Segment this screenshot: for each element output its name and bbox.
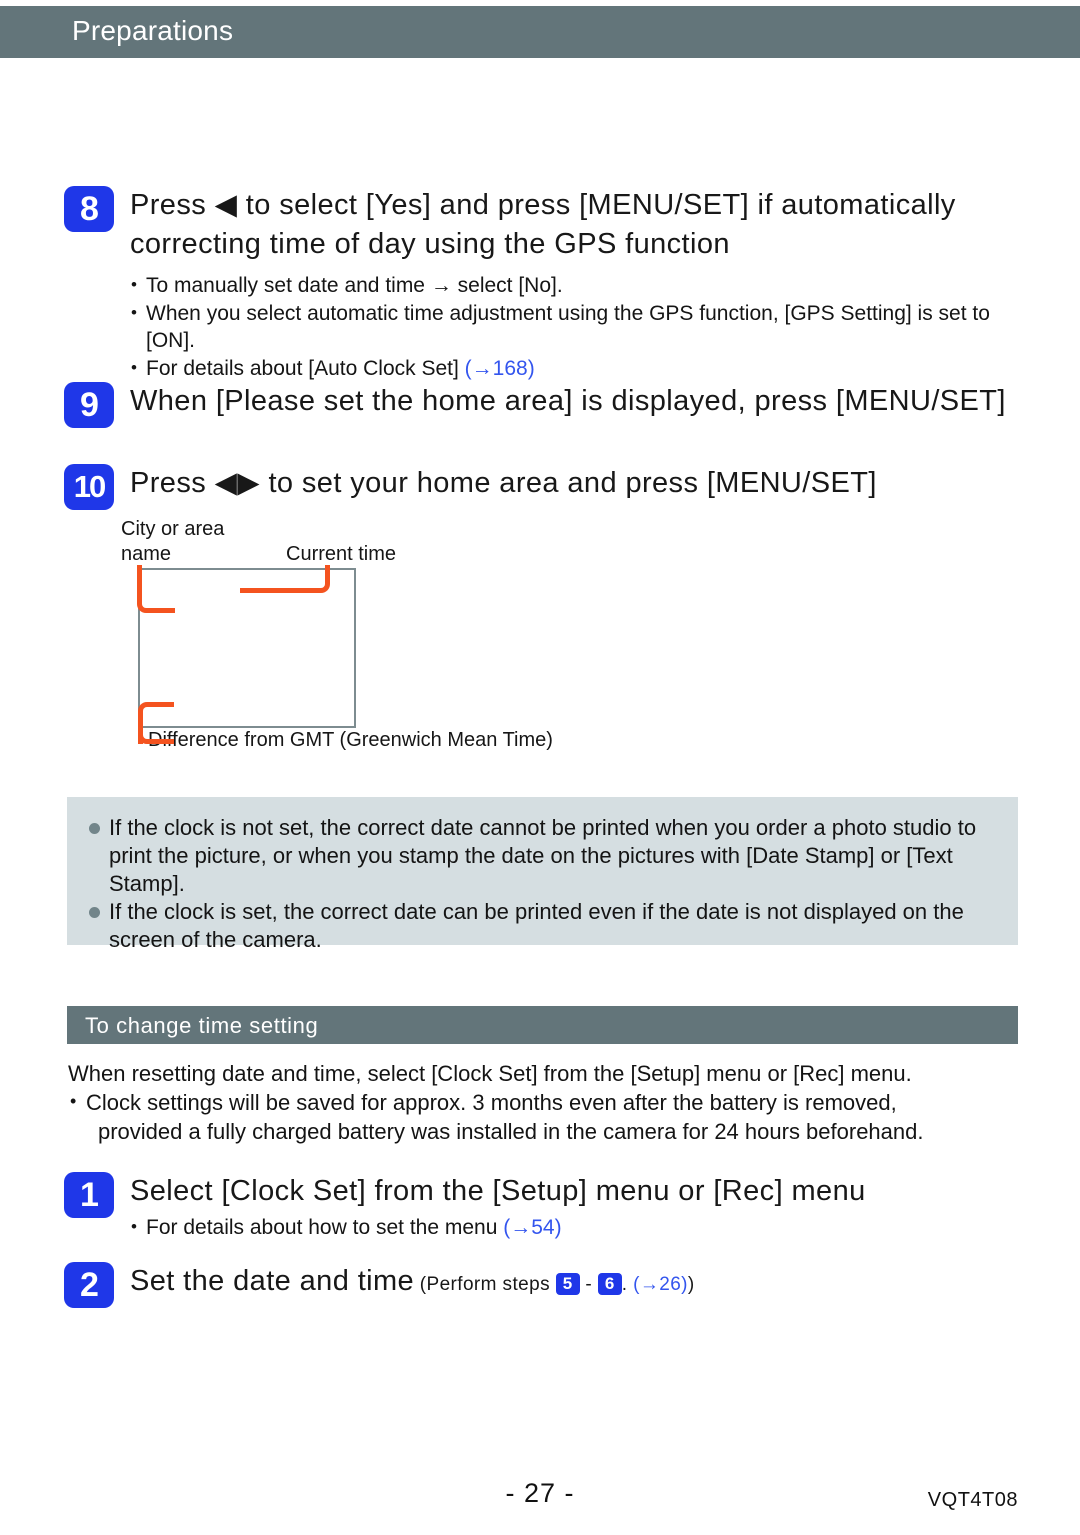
section-heading-bar: To change time setting — [67, 1006, 1018, 1044]
bullet-text: For details about [Auto Clock Set] — [146, 357, 465, 380]
list-item: If the clock is not set, the correct dat… — [89, 814, 994, 898]
step-title: Press ◀▶ to set your home area and press… — [130, 467, 877, 499]
step-title-text: Set the date and time — [130, 1265, 415, 1297]
footer-document-code: VQT4T08 — [927, 1489, 1018, 1511]
bullet-line-2: provided a fully charged battery was ins… — [98, 1119, 924, 1144]
note-close-text: ) — [687, 1274, 695, 1295]
bullet-text: When you select automatic time adjustmen… — [146, 302, 990, 352]
page-xref-link[interactable]: (→168) — [465, 357, 535, 380]
step-block-8: 8 Press ◀ to select [Yes] and press [MEN… — [64, 186, 1024, 383]
step-title: Press ◀ to select [Yes] and press [MENU/… — [130, 189, 956, 260]
list-item: To manually set date and time → select [… — [130, 271, 1024, 299]
leader-line-city-name — [137, 565, 175, 613]
list-item: If the clock is set, the correct date ca… — [89, 898, 994, 954]
change-step-block-1: 1 Select [Clock Set] from the [Setup] me… — [64, 1172, 1024, 1242]
step-block-9: 9 When [Please set the home area] is dis… — [64, 382, 1024, 428]
diagram-label-gmt-difference: Difference from GMT (Greenwich Mean Time… — [148, 729, 553, 751]
step-title: Set the date and time (Perform steps 5 -… — [130, 1262, 1024, 1304]
note-open-text: (Perform steps — [419, 1274, 556, 1295]
step-title: Select [Clock Set] from the [Setup] menu… — [130, 1175, 866, 1207]
diagram-label-city-name: City or area name — [121, 518, 225, 565]
section-heading-label: To change time setting — [85, 1013, 319, 1038]
list-item: For details about [Auto Clock Set] (→168… — [130, 354, 1024, 382]
step-bullet-list: To manually set date and time → select [… — [130, 271, 1024, 382]
step-block-10: 10 Press ◀▶ to set your home area and pr… — [64, 464, 1024, 510]
diagram-label-current-time: Current time — [286, 543, 397, 565]
change-step-block-2: 2 Set the date and time (Perform steps 5… — [64, 1262, 1024, 1308]
step-number-badge: 1 — [64, 1172, 114, 1218]
step-title: When [Please set the home area] is displ… — [130, 385, 1006, 417]
footer-page-number: - 27 - — [505, 1478, 575, 1508]
page-header-bar: Preparations — [0, 6, 1080, 58]
leader-line-gmt-bottom — [138, 717, 174, 744]
step-number-badge: 2 — [64, 1262, 114, 1308]
bullet-text: To manually set date and time → select [… — [146, 274, 563, 297]
page-xref-link[interactable]: (→54) — [503, 1216, 561, 1239]
home-area-screen-diagram: City or area name Current time Differenc… — [64, 512, 964, 762]
bullet-text: For details about how to set the menu — [146, 1216, 504, 1239]
list-item: For details about how to set the menu (→… — [130, 1213, 1024, 1241]
section-bullet: Clock settings will be saved for approx.… — [68, 1087, 1018, 1146]
step-bullet-list: For details about how to set the menu (→… — [130, 1213, 1024, 1241]
inline-step-badge-5: 5 — [555, 1273, 580, 1295]
step-number-badge: 8 — [64, 186, 114, 232]
note-list: If the clock is not set, the correct dat… — [67, 797, 1018, 971]
note-dash: - — [579, 1274, 598, 1295]
inline-step-badge-6: 6 — [597, 1273, 622, 1295]
leader-line-current-time — [240, 565, 330, 593]
step-perform-note: (Perform steps 5 - 6. (→26)) — [414, 1273, 695, 1295]
note-panel: If the clock is not set, the correct dat… — [67, 797, 1018, 952]
step-number-badge: 9 — [64, 382, 114, 428]
page-xref-link[interactable]: (→26) — [633, 1274, 688, 1295]
step-number-badge: 10 — [64, 464, 114, 510]
list-item: When you select automatic time adjustmen… — [130, 299, 1024, 354]
page-title: Preparations — [72, 15, 234, 46]
bullet-line-1: Clock settings will be saved for approx.… — [86, 1090, 897, 1115]
note-mid-text: . — [621, 1274, 634, 1295]
section-intro-paragraph: When resetting date and time, select [Cl… — [68, 1061, 912, 1086]
